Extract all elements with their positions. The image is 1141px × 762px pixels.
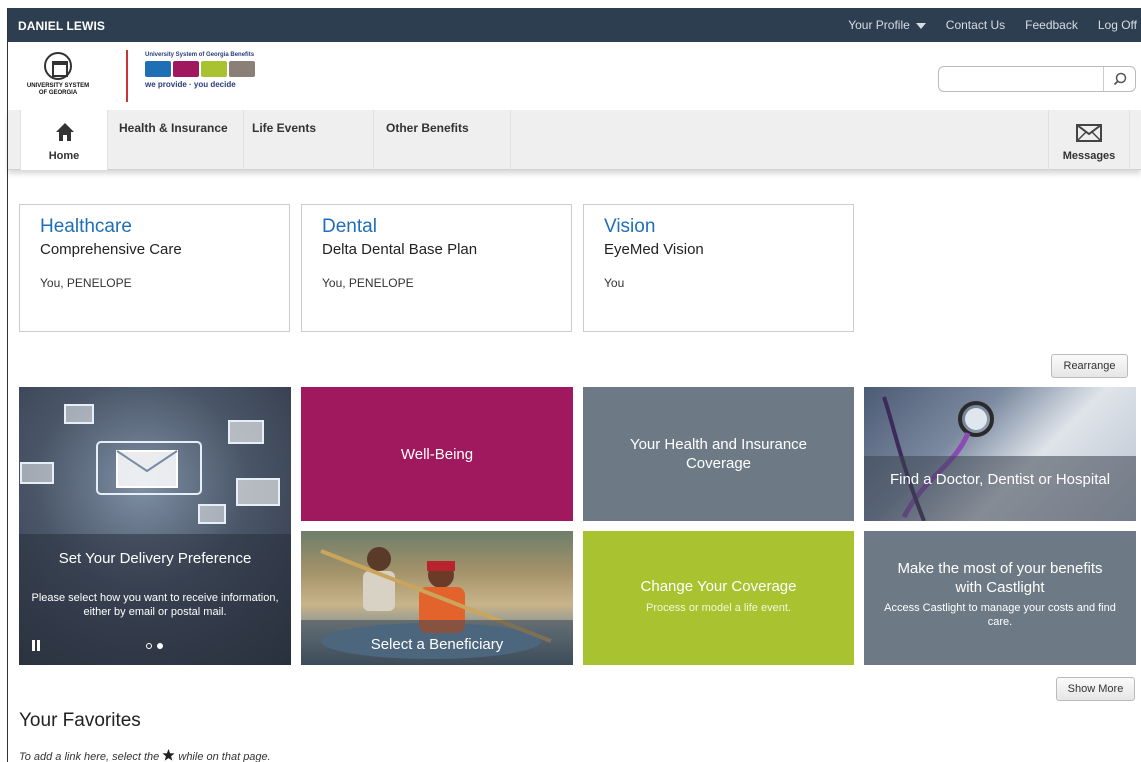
search-button[interactable] xyxy=(1103,67,1135,91)
benefits-logo[interactable]: University System of Georgia Benefits we… xyxy=(145,52,265,100)
plan-card-healthcare[interactable]: Healthcare Comprehensive Care You, PENEL… xyxy=(19,204,290,332)
plan-name: EyeMed Vision xyxy=(604,241,704,258)
search-box xyxy=(938,66,1136,92)
change-coverage-tile[interactable]: Change Your Coverage Process or model a … xyxy=(583,531,854,665)
home-icon xyxy=(56,123,74,141)
favorites-hint: To add a link here, select the while on … xyxy=(19,749,271,762)
change-coverage-desc: Process or model a life event. xyxy=(646,602,791,614)
benefits-logo-graphic xyxy=(145,61,265,77)
nav-home-label: Home xyxy=(48,150,80,162)
star-icon xyxy=(162,749,175,761)
plan-name: Delta Dental Base Plan xyxy=(322,241,478,258)
plan-name: Comprehensive Care xyxy=(40,241,182,258)
header: UNIVERSITY SYSTEM OF GEORGIA University … xyxy=(8,42,1141,110)
usg-seal-icon xyxy=(44,52,72,80)
delivery-title: Set Your Delivery Preference xyxy=(58,550,252,567)
delivery-preference-tile[interactable]: Set Your Delivery Preference Please sele… xyxy=(19,387,291,665)
castlight-title: Make the most of your benefits with Cast… xyxy=(897,560,1103,596)
envelopes-illustration xyxy=(20,404,280,524)
nav-home[interactable]: Home xyxy=(20,110,108,170)
plan-members: You, PENELOPE xyxy=(322,276,414,290)
top-bar: DANIEL LEWIS Your Profile Contact Us Fee… xyxy=(8,8,1141,42)
plan-members: You, PENELOPE xyxy=(40,276,132,290)
user-name: DANIEL LEWIS xyxy=(18,19,105,33)
show-more-button[interactable]: Show More xyxy=(1056,677,1135,701)
usg-logo-text: UNIVERSITY SYSTEM OF GEORGIA xyxy=(26,83,90,96)
feedback-link[interactable]: Feedback xyxy=(1025,18,1078,32)
plan-title: Vision xyxy=(604,216,656,237)
chevron-down-icon xyxy=(915,22,926,29)
top-links: Your Profile Contact Us Feedback Log Off xyxy=(848,18,1137,32)
logo-divider xyxy=(126,50,128,102)
search-input[interactable] xyxy=(947,68,1107,90)
find-doctor-title: Find a Doctor, Dentist or Hospital xyxy=(889,471,1111,488)
plan-members: You xyxy=(604,276,625,290)
rearrange-button[interactable]: Rearrange xyxy=(1051,354,1128,378)
well-being-tile[interactable]: Well-Being xyxy=(301,387,573,521)
find-doctor-tile[interactable]: Find a Doctor, Dentist or Hospital xyxy=(864,387,1136,521)
carousel-dot[interactable] xyxy=(146,643,152,649)
tab-life-events[interactable]: Life Events xyxy=(244,110,374,170)
beneficiary-title: Select a Beneficiary xyxy=(370,636,504,653)
tab-health-insurance[interactable]: Health & Insurance xyxy=(109,110,244,170)
carousel-dot-active[interactable] xyxy=(157,643,163,649)
main-nav: Home Health & Insurance Life Events Othe… xyxy=(8,110,1141,170)
contact-us-link[interactable]: Contact Us xyxy=(946,18,1005,32)
benefits-logo-tagline: we provide · you decide xyxy=(145,80,236,89)
nav-messages-label: Messages xyxy=(1062,150,1116,162)
beneficiary-tile[interactable]: Select a Beneficiary xyxy=(301,531,573,665)
tab-other-benefits[interactable]: Other Benefits xyxy=(374,110,511,170)
plan-title: Healthcare xyxy=(40,216,132,237)
delivery-desc: Please select how you want to receive in… xyxy=(31,592,279,618)
plan-title: Dental xyxy=(322,216,377,237)
change-coverage-title: Change Your Coverage xyxy=(640,578,797,595)
favorites-heading: Your Favorites xyxy=(19,710,141,731)
coverage-tile[interactable]: Your Health and Insurance Coverage xyxy=(583,387,854,521)
your-profile-link[interactable]: Your Profile xyxy=(848,18,926,32)
coverage-title: Your Health and Insurance Coverage xyxy=(629,436,808,472)
benefits-logo-title: University System of Georgia Benefits xyxy=(145,52,255,58)
envelope-icon xyxy=(1076,124,1102,142)
log-off-link[interactable]: Log Off xyxy=(1098,18,1137,32)
pause-icon[interactable] xyxy=(32,640,42,652)
castlight-desc: Access Castlight to manage your costs an… xyxy=(884,602,1116,628)
usg-logo[interactable]: UNIVERSITY SYSTEM OF GEORGIA xyxy=(22,52,94,102)
page-top-border xyxy=(0,0,1141,8)
search-icon xyxy=(1113,72,1126,86)
nav-messages[interactable]: Messages xyxy=(1048,110,1130,170)
plan-card-vision[interactable]: Vision EyeMed Vision You xyxy=(583,204,854,332)
plan-card-dental[interactable]: Dental Delta Dental Base Plan You, PENEL… xyxy=(301,204,572,332)
castlight-tile[interactable]: Make the most of your benefits with Cast… xyxy=(864,531,1136,665)
well-being-title: Well-Being xyxy=(400,446,474,463)
